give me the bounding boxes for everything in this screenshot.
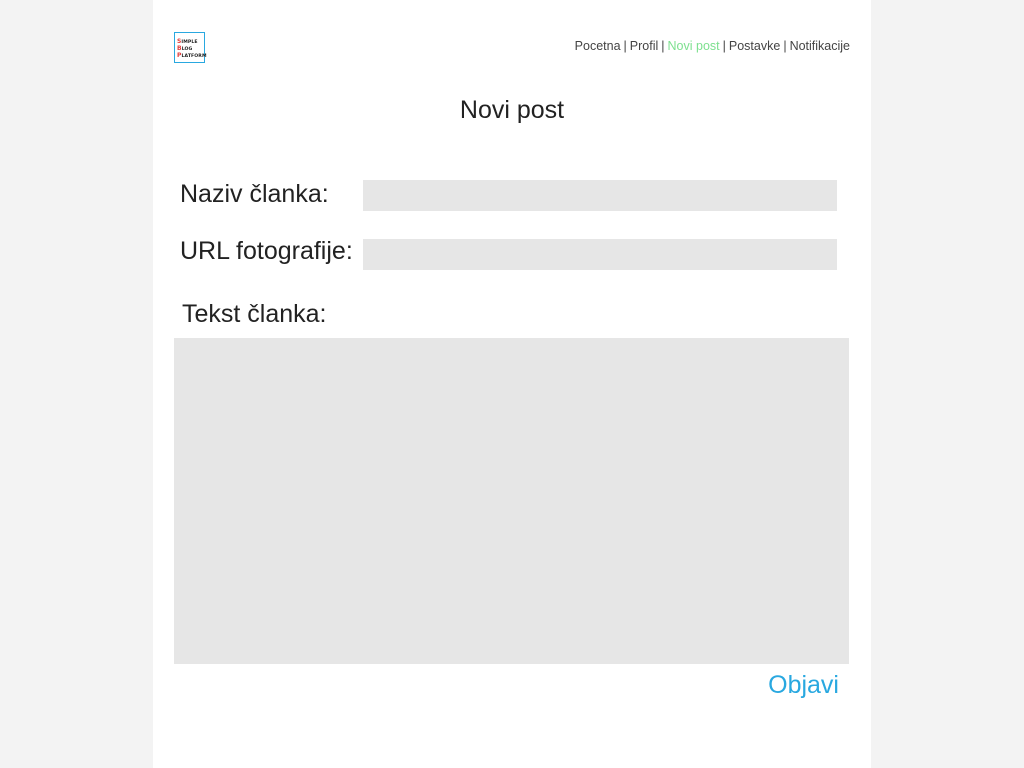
page-title: Novi post xyxy=(459,96,565,124)
nav-separator: | xyxy=(661,39,665,53)
nav-link-notifikacije[interactable]: Notifikacije xyxy=(790,39,850,53)
article-text-label: Tekst članka: xyxy=(182,300,327,328)
simple-blog-platform-logo[interactable]: SIMPLE BLOG PLATFORM xyxy=(174,32,207,63)
photo-url-input[interactable] xyxy=(363,239,837,270)
nav-separator: | xyxy=(623,39,627,53)
nav-link-postavke[interactable]: Postavke xyxy=(729,39,780,53)
nav-separator: | xyxy=(722,39,726,53)
top-nav: Pocetna | Profil | Novi post | Postavke | Notifi… xyxy=(575,39,850,53)
publish-button[interactable]: Objavi xyxy=(768,671,839,700)
article-title-label: Naziv članka: xyxy=(180,180,329,208)
nav-separator: | xyxy=(783,39,787,53)
photo-url-label: URL fotografije: xyxy=(180,237,353,265)
logo-line-3: PLATFORM xyxy=(177,52,207,59)
article-text-textarea[interactable] xyxy=(174,338,849,664)
nav-link-pocetna[interactable]: Pocetna xyxy=(575,39,621,53)
article-title-input[interactable] xyxy=(363,180,837,211)
nav-link-novi-post[interactable]: Novi post xyxy=(668,39,720,53)
page-container: SIMPLE BLOG PLATFORM Pocetna | Profil | Novi… xyxy=(153,0,871,768)
nav-link-profil[interactable]: Profil xyxy=(630,39,658,53)
